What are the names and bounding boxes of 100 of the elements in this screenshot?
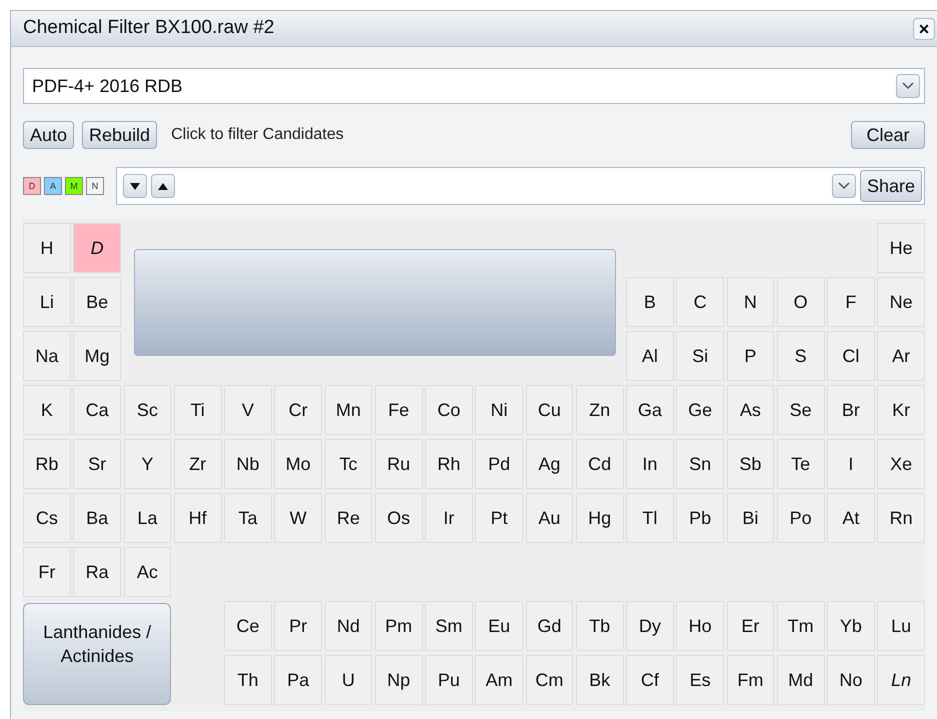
element-cell[interactable]: Ga (626, 385, 674, 435)
element-cell[interactable]: Fm (726, 655, 774, 705)
element-cell[interactable]: Lu (877, 601, 925, 651)
element-cell[interactable]: Li (23, 277, 71, 327)
legend-chip[interactable]: N (86, 177, 104, 195)
element-cell[interactable]: Pt (475, 493, 523, 543)
element-cell[interactable]: I (827, 439, 875, 489)
element-cell[interactable]: Y (124, 439, 172, 489)
element-cell[interactable]: Md (776, 655, 824, 705)
clear-button[interactable]: Clear (851, 121, 925, 149)
element-cell[interactable]: Ti (174, 385, 222, 435)
element-cell[interactable]: Ra (73, 547, 121, 597)
element-cell[interactable]: N (726, 277, 774, 327)
share-button[interactable]: Share (860, 170, 922, 202)
element-cell[interactable]: Zr (174, 439, 222, 489)
element-cell[interactable]: Gd (526, 601, 574, 651)
element-cell[interactable]: Pd (475, 439, 523, 489)
element-cell[interactable]: S (776, 331, 824, 381)
element-cell[interactable]: Am (475, 655, 523, 705)
element-cell[interactable]: Pa (274, 655, 322, 705)
element-cell[interactable]: Al (626, 331, 674, 381)
legend-chip[interactable]: D (23, 177, 41, 195)
element-cell[interactable]: Os (374, 493, 422, 543)
element-cell[interactable]: Dy (626, 601, 674, 651)
dropdown-button[interactable] (896, 74, 920, 98)
element-cell[interactable]: Sb (726, 439, 774, 489)
element-cell[interactable]: Mn (324, 385, 372, 435)
element-cell[interactable]: P (726, 331, 774, 381)
element-cell[interactable]: F (827, 277, 875, 327)
move-up-button[interactable] (151, 174, 175, 198)
element-cell[interactable]: As (726, 385, 774, 435)
element-cell[interactable]: Es (676, 655, 724, 705)
element-cell[interactable]: Se (776, 385, 824, 435)
element-cell[interactable]: K (23, 385, 71, 435)
element-cell[interactable]: Na (23, 331, 71, 381)
element-cell[interactable]: Bi (726, 493, 774, 543)
element-cell[interactable]: Ir (425, 493, 473, 543)
element-cell[interactable]: H (23, 223, 71, 273)
element-cell[interactable]: Xe (877, 439, 925, 489)
element-cell[interactable]: At (827, 493, 875, 543)
element-cell[interactable]: Cr (274, 385, 322, 435)
element-cell[interactable]: Ne (877, 277, 925, 327)
element-cell[interactable]: Te (776, 439, 824, 489)
lanthanides-actinides-button[interactable]: Lanthanides / Actinides (23, 603, 172, 705)
element-cell[interactable]: Bk (576, 655, 624, 705)
element-cell[interactable]: Pu (425, 655, 473, 705)
element-cell[interactable]: He (877, 223, 925, 273)
element-cell[interactable]: Sr (73, 439, 121, 489)
element-cell[interactable]: Ru (374, 439, 422, 489)
element-cell[interactable]: La (124, 493, 172, 543)
legend-chip[interactable]: A (44, 177, 62, 195)
element-cell[interactable]: W (274, 493, 322, 543)
element-cell[interactable]: Fr (23, 547, 71, 597)
element-cell[interactable]: Hg (576, 493, 624, 543)
element-cell[interactable]: In (626, 439, 674, 489)
element-cell[interactable]: Au (526, 493, 574, 543)
element-cell[interactable]: Cs (23, 493, 71, 543)
element-cell[interactable]: Ln (877, 655, 925, 705)
element-cell[interactable]: Sc (124, 385, 172, 435)
element-cell[interactable]: D (73, 223, 121, 273)
element-cell[interactable]: Ba (73, 493, 121, 543)
element-cell[interactable]: Si (676, 331, 724, 381)
element-cell[interactable]: Eu (475, 601, 523, 651)
element-cell[interactable]: U (324, 655, 372, 705)
element-cell[interactable]: Rh (425, 439, 473, 489)
element-cell[interactable]: Ce (224, 601, 272, 651)
element-cell[interactable]: Fe (374, 385, 422, 435)
auto-button[interactable]: Auto (23, 121, 74, 149)
element-cell[interactable]: Cu (526, 385, 574, 435)
element-cell[interactable]: Tm (776, 601, 824, 651)
element-cell[interactable]: Ca (73, 385, 121, 435)
element-cell[interactable]: Kr (877, 385, 925, 435)
element-cell[interactable]: Nd (324, 601, 372, 651)
element-cell[interactable]: Nb (224, 439, 272, 489)
element-cell[interactable]: Cm (526, 655, 574, 705)
element-cell[interactable]: Hf (174, 493, 222, 543)
element-cell[interactable]: V (224, 385, 272, 435)
element-cell[interactable]: Pr (274, 601, 322, 651)
element-cell[interactable]: Yb (827, 601, 875, 651)
element-cell[interactable]: Ge (676, 385, 724, 435)
element-cell[interactable]: B (626, 277, 674, 327)
element-cell[interactable]: Ho (676, 601, 724, 651)
element-cell[interactable]: Pb (676, 493, 724, 543)
element-cell[interactable]: Ag (526, 439, 574, 489)
close-button[interactable]: × (913, 18, 935, 40)
element-cell[interactable]: Re (324, 493, 372, 543)
element-cell[interactable]: Ni (475, 385, 523, 435)
database-select[interactable]: PDF-4+ 2016 RDB (23, 68, 925, 104)
element-cell[interactable]: Co (425, 385, 473, 435)
element-cell[interactable]: Be (73, 277, 121, 327)
element-cell[interactable]: Sm (425, 601, 473, 651)
element-cell[interactable]: Mg (73, 331, 121, 381)
element-cell[interactable]: Rb (23, 439, 71, 489)
element-cell[interactable]: Ta (224, 493, 272, 543)
dropdown-button[interactable] (832, 174, 856, 198)
move-down-button[interactable] (123, 174, 147, 198)
element-cell[interactable]: Sn (676, 439, 724, 489)
element-cell[interactable]: C (676, 277, 724, 327)
element-cell[interactable]: Np (374, 655, 422, 705)
element-cell[interactable]: Er (726, 601, 774, 651)
